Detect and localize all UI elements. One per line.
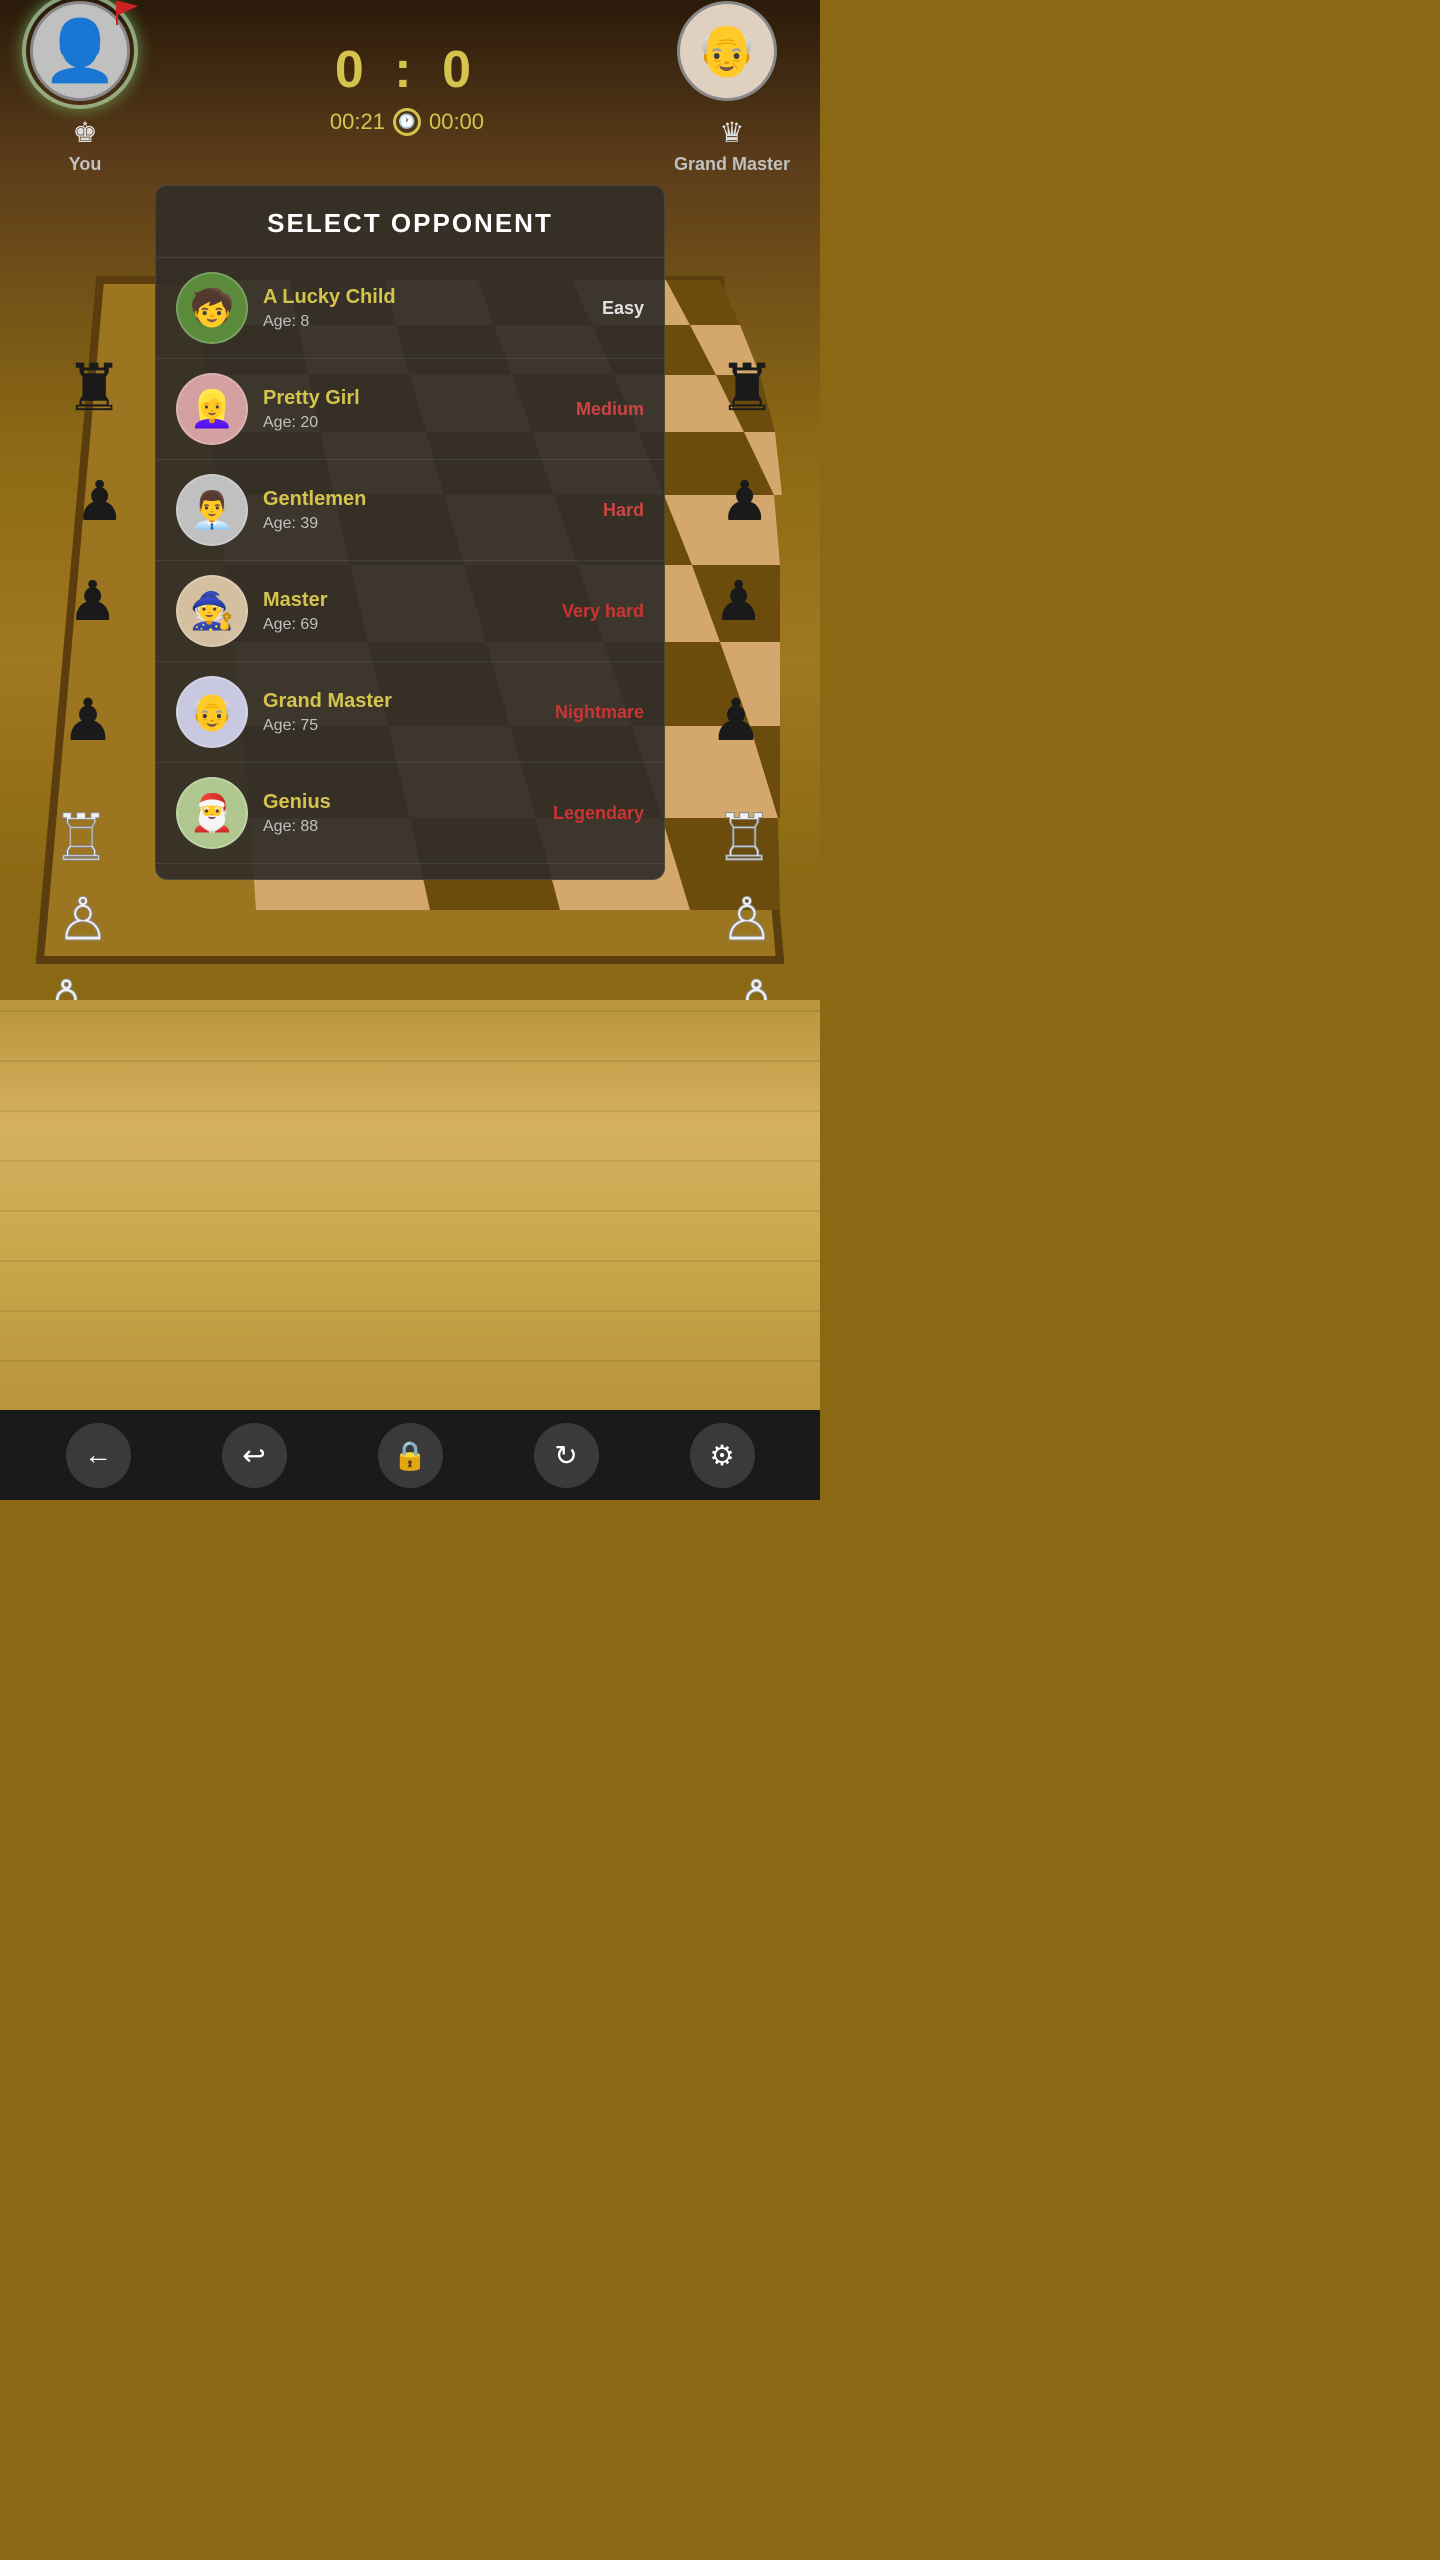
timer-right: 00:00	[429, 109, 484, 135]
back-button[interactable]: ←	[66, 1423, 131, 1488]
opponent-info-grand-master: Grand Master Age: 75	[263, 690, 539, 735]
difficulty-badge-pretty-girl: Medium	[554, 399, 644, 420]
bottom-toolbar: ← ↩ 🔒 ↻ ⚙	[0, 1410, 820, 1500]
opponent-age-master: Age: 69	[263, 616, 539, 634]
opponent-info-genius: Genius Age: 88	[263, 791, 538, 836]
opponent-info-gentlemen: Gentlemen Age: 39	[263, 488, 539, 533]
opponent-info: 👴 ♛ Grand Master	[674, 1, 790, 175]
opponent-avatar-container: 👴	[677, 1, 787, 111]
opponent-item-master[interactable]: 🧙 Master Age: 69 Very hard	[156, 561, 664, 662]
svg-text:♙: ♙	[720, 886, 774, 953]
opponent-label: Grand Master	[674, 154, 790, 175]
undo-button[interactable]: ↩	[222, 1423, 287, 1488]
opponent-age-pretty-girl: Age: 20	[263, 414, 539, 432]
score-separator: :	[394, 41, 419, 99]
opponent-item-gentlemen[interactable]: 👨‍💼 Gentlemen Age: 39 Hard	[156, 460, 664, 561]
opponent-age-grand-master: Age: 75	[263, 717, 539, 735]
difficulty-badge-lucky-child: Easy	[554, 298, 644, 319]
clock-icon: 🕐	[393, 108, 421, 136]
opponent-avatar: 👴	[677, 1, 777, 101]
opponent-chess-piece-icon: ♛	[719, 116, 744, 149]
opponent-avatar-grand-master: 👴	[176, 676, 248, 748]
lock-button[interactable]: 🔒	[378, 1423, 443, 1488]
opponent-item-pretty-girl[interactable]: 👱‍♀️ Pretty Girl Age: 20 Medium	[156, 359, 664, 460]
floor-area	[0, 1000, 820, 1410]
difficulty-badge-grand-master: Nightmare	[554, 702, 644, 723]
modal-title: SELECT OPPONENT	[156, 186, 664, 258]
refresh-icon: ↻	[554, 1439, 577, 1472]
opponent-name-pretty-girl: Pretty Girl	[263, 387, 539, 410]
player-avatar-container: 👤	[30, 1, 140, 111]
opponent-item-lucky-child[interactable]: 🧒 A Lucky Child Age: 8 Easy	[156, 258, 664, 359]
svg-text:♖: ♖	[52, 801, 110, 874]
dark-piece-rook-left: ♜	[65, 351, 123, 424]
difficulty-badge-genius: Legendary	[553, 803, 644, 824]
opponent-list: 🧒 A Lucky Child Age: 8 Easy 👱‍♀️ Pretty …	[156, 258, 664, 864]
opponent-name-gentlemen: Gentlemen	[263, 488, 539, 511]
opponent-info-lucky-child: A Lucky Child Age: 8	[263, 286, 539, 331]
opponent-item-grand-master[interactable]: 👴 Grand Master Age: 75 Nightmare	[156, 662, 664, 763]
score-left: 0	[335, 41, 372, 99]
lock-icon: 🔒	[393, 1439, 428, 1472]
difficulty-badge-master: Very hard	[554, 601, 644, 622]
opponent-age-gentlemen: Age: 39	[263, 515, 539, 533]
svg-text:♟: ♟	[710, 688, 762, 753]
refresh-button[interactable]: ↻	[534, 1423, 599, 1488]
timer-display: 00:21 🕐 00:00	[330, 108, 484, 136]
svg-text:♟: ♟	[714, 570, 763, 632]
svg-text:♟: ♟	[75, 470, 124, 532]
score-right: 0	[442, 41, 479, 99]
player-flag-icon	[112, 1, 140, 25]
player-chess-piece-icon: ♚	[72, 116, 97, 149]
undo-icon: ↩	[242, 1439, 265, 1472]
difficulty-badge-gentlemen: Hard	[554, 500, 644, 521]
svg-text:♖: ♖	[715, 801, 773, 874]
opponent-name-grand-master: Grand Master	[263, 690, 539, 713]
opponent-name-master: Master	[263, 589, 539, 612]
opponent-info-master: Master Age: 69	[263, 589, 539, 634]
opponent-item-genius[interactable]: 🎅 Genius Age: 88 Legendary	[156, 763, 664, 864]
svg-text:♙: ♙	[56, 886, 110, 953]
game-header: 👤 ♚ You 0 : 0 00:21 🕐 00:00 👴 ♛	[0, 0, 820, 175]
opponent-age-lucky-child: Age: 8	[263, 313, 539, 331]
svg-text:♟: ♟	[720, 470, 769, 532]
svg-text:♟: ♟	[62, 688, 114, 753]
player-label: You	[69, 154, 102, 175]
svg-text:♜: ♜	[718, 351, 776, 424]
svg-text:♟: ♟	[68, 570, 117, 632]
select-opponent-modal: SELECT OPPONENT 🧒 A Lucky Child Age: 8 E…	[155, 185, 665, 880]
opponent-avatar-gentlemen: 👨‍💼	[176, 474, 248, 546]
player-info: 👤 ♚ You	[30, 1, 140, 175]
opponent-info-pretty-girl: Pretty Girl Age: 20	[263, 387, 539, 432]
opponent-name-genius: Genius	[263, 791, 538, 814]
opponent-avatar-genius: 🎅	[176, 777, 248, 849]
opponent-name-lucky-child: A Lucky Child	[263, 286, 539, 309]
back-icon: ←	[84, 1439, 112, 1471]
opponent-avatar-pretty-girl: 👱‍♀️	[176, 373, 248, 445]
score-display: 0 : 0	[335, 40, 479, 100]
settings-icon: ⚙	[709, 1439, 734, 1472]
settings-button[interactable]: ⚙	[690, 1423, 755, 1488]
opponent-avatar-lucky-child: 🧒	[176, 272, 248, 344]
timer-left: 00:21	[330, 109, 385, 135]
opponent-avatar-master: 🧙	[176, 575, 248, 647]
opponent-age-genius: Age: 88	[263, 818, 538, 836]
score-area: 0 : 0 00:21 🕐 00:00	[330, 40, 484, 136]
